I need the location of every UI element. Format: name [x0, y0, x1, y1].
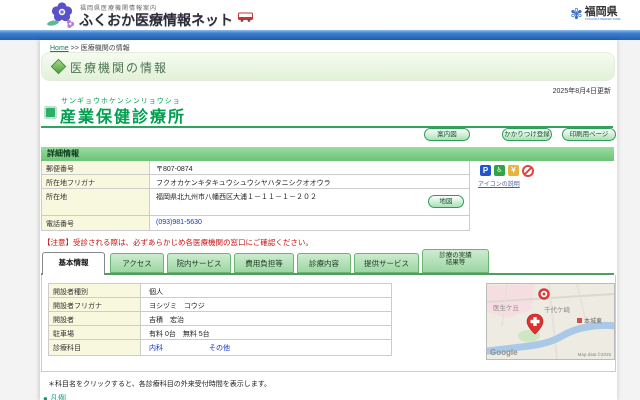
- phone-number-link[interactable]: (093)981-5630: [150, 216, 469, 230]
- parking-info: 有料 0台 無料 5台: [141, 326, 391, 339]
- breadcrumb-home-link[interactable]: Home: [50, 45, 69, 52]
- diamond-icon: [51, 59, 67, 75]
- address: 福岡県北九州市八幡西区大浦１－１１－１－２０２: [150, 189, 469, 215]
- no-smoking-icon: [522, 165, 534, 177]
- basic-info-table: 開設者種別 個人 開設者フリガナ ヨシヅミ コウジ 開設者 吉積 宏治 駐車場 …: [48, 283, 392, 356]
- row-label: 電話番号: [42, 216, 150, 230]
- pref-logo[interactable]: ✾ 福岡県 FUKUOKA PREFECTURE: [570, 7, 632, 22]
- location-map[interactable]: 医生ケ丘 千代ケ崎 本城東 Google Map data ©2025: [486, 283, 615, 360]
- facility-icon-row: P ♿ ￥: [480, 165, 534, 177]
- wheelchair-accessible-icon: ♿: [494, 165, 505, 176]
- tab-provided-services[interactable]: 提供サービス: [354, 253, 419, 273]
- print-page-button[interactable]: 印刷用ページ: [562, 128, 616, 141]
- table-row: 郵便番号 〒807-0874: [42, 161, 469, 175]
- map-label: 本城東: [584, 317, 602, 325]
- table-row: 駐車場 有料 0台 無料 5台: [49, 326, 391, 340]
- dept-click-note: ＊科目名をクリックすると、各診療科目の外来受付時間を表示します。: [48, 379, 271, 389]
- tab-basic-info[interactable]: 基本情報: [42, 252, 105, 275]
- row-label: 開設者フリガナ: [49, 298, 141, 311]
- ambulance-icon: [238, 12, 253, 22]
- notice-text: 【注意】受診される際は、必ずあらかじめ各医療機関の窓口にご確認ください。: [43, 237, 313, 248]
- page-title: 医療機関の情報: [70, 59, 168, 76]
- icons-help-link[interactable]: アイコンの説明: [478, 179, 520, 188]
- table-row: 開設者種別 個人: [49, 284, 391, 298]
- pref-name-en: FUKUOKA PREFECTURE: [585, 17, 621, 21]
- tab-results-line2: 結果等: [423, 259, 488, 266]
- map-label: 千代ケ崎: [544, 305, 571, 314]
- postal-code: 〒807-0874: [150, 161, 469, 174]
- guide-map-button[interactable]: 案内図: [424, 128, 470, 141]
- pref-flower-icon: ✾: [570, 7, 583, 22]
- table-row: 電話番号 (093)981-5630: [42, 216, 469, 230]
- table-row: 開設者 吉積 宏治: [49, 312, 391, 326]
- details-table: 郵便番号 〒807-0874 所在地フリガナ フクオカケンキタキュウシュウシヤハ…: [41, 161, 470, 231]
- address-furigana: フクオカケンキタキュウシュウシヤハタニシクオオウラ: [150, 175, 469, 188]
- dept-link-other[interactable]: その他: [209, 345, 230, 352]
- facility-bullet-icon: [44, 106, 57, 119]
- tab-results[interactable]: 診療の実績 結果等: [422, 249, 489, 273]
- tab-costs[interactable]: 費用負担等: [234, 253, 294, 273]
- table-row: 所在地フリガナ フクオカケンキタキュウシュウシヤハタニシクオオウラ: [42, 175, 469, 189]
- parking-icon: P: [480, 165, 491, 176]
- table-row: 所在地 福岡県北九州市八幡西区大浦１－１１－１－２０２ 地図: [42, 189, 469, 216]
- founder-name: 吉積 宏治: [141, 312, 391, 325]
- map-button[interactable]: 地図: [428, 195, 464, 208]
- site-logo-flower-icon: [45, 1, 79, 29]
- row-label: 駐車場: [49, 326, 141, 339]
- founder-furigana: ヨシヅミ コウジ: [141, 298, 391, 311]
- details-section-header: 詳細情報: [41, 147, 614, 161]
- row-label: 診療科目: [49, 340, 141, 355]
- tab-medical-content[interactable]: 診療内容: [297, 253, 351, 273]
- tab-in-hospital-services[interactable]: 院内サービス: [167, 253, 231, 273]
- row-label: 所在地フリガナ: [42, 175, 150, 188]
- service-icon: ￥: [508, 165, 519, 176]
- kakaritsuke-register-button[interactable]: かかりつけ登録: [502, 128, 552, 141]
- table-row: 診療科目 内科 その他: [49, 340, 391, 355]
- founder-type: 個人: [141, 284, 391, 297]
- dept-link-internal-medicine[interactable]: 内科: [149, 345, 163, 352]
- page-title-banner: 医療機関の情報: [41, 52, 615, 81]
- tab-underline: [41, 273, 614, 275]
- pref-name: 福岡県: [585, 7, 632, 17]
- site-header: 福岡県医療機関情報案内 ふくおか医療情報ネット ✾ 福岡県 FUKUOKA PR…: [0, 0, 640, 30]
- updated-date: 2025年8月4日更新: [40, 86, 611, 96]
- facility-name: 産業保健診療所: [60, 103, 186, 127]
- google-logo: Google: [490, 348, 518, 357]
- row-label: 郵便番号: [42, 161, 150, 174]
- content-sheet: Home >> 医療機関の情報 医療機関の情報 2025年8月4日更新 サンギョ…: [40, 40, 617, 400]
- site-title[interactable]: ふくおか医療情報ネット: [79, 10, 233, 30]
- tab-access[interactable]: アクセス: [110, 253, 164, 273]
- row-label: 開設者種別: [49, 284, 141, 297]
- row-label: 開設者: [49, 312, 141, 325]
- table-row: 開設者フリガナ ヨシヅミ コウジ: [49, 298, 391, 312]
- breadcrumb-current: 医療機関の情報: [81, 45, 130, 52]
- map-attribution: Map data ©2025: [578, 351, 612, 357]
- map-label: 医生ケ丘: [493, 303, 520, 312]
- partial-section-link[interactable]: ● 凡例: [43, 393, 66, 400]
- breadcrumb-separator: >>: [71, 45, 79, 52]
- header-blue-bar: [0, 30, 640, 40]
- page: 福岡県医療機関情報案内 ふくおか医療情報ネット ✾ 福岡県 FUKUOKA PR…: [0, 0, 640, 400]
- row-label: 所在地: [42, 189, 150, 215]
